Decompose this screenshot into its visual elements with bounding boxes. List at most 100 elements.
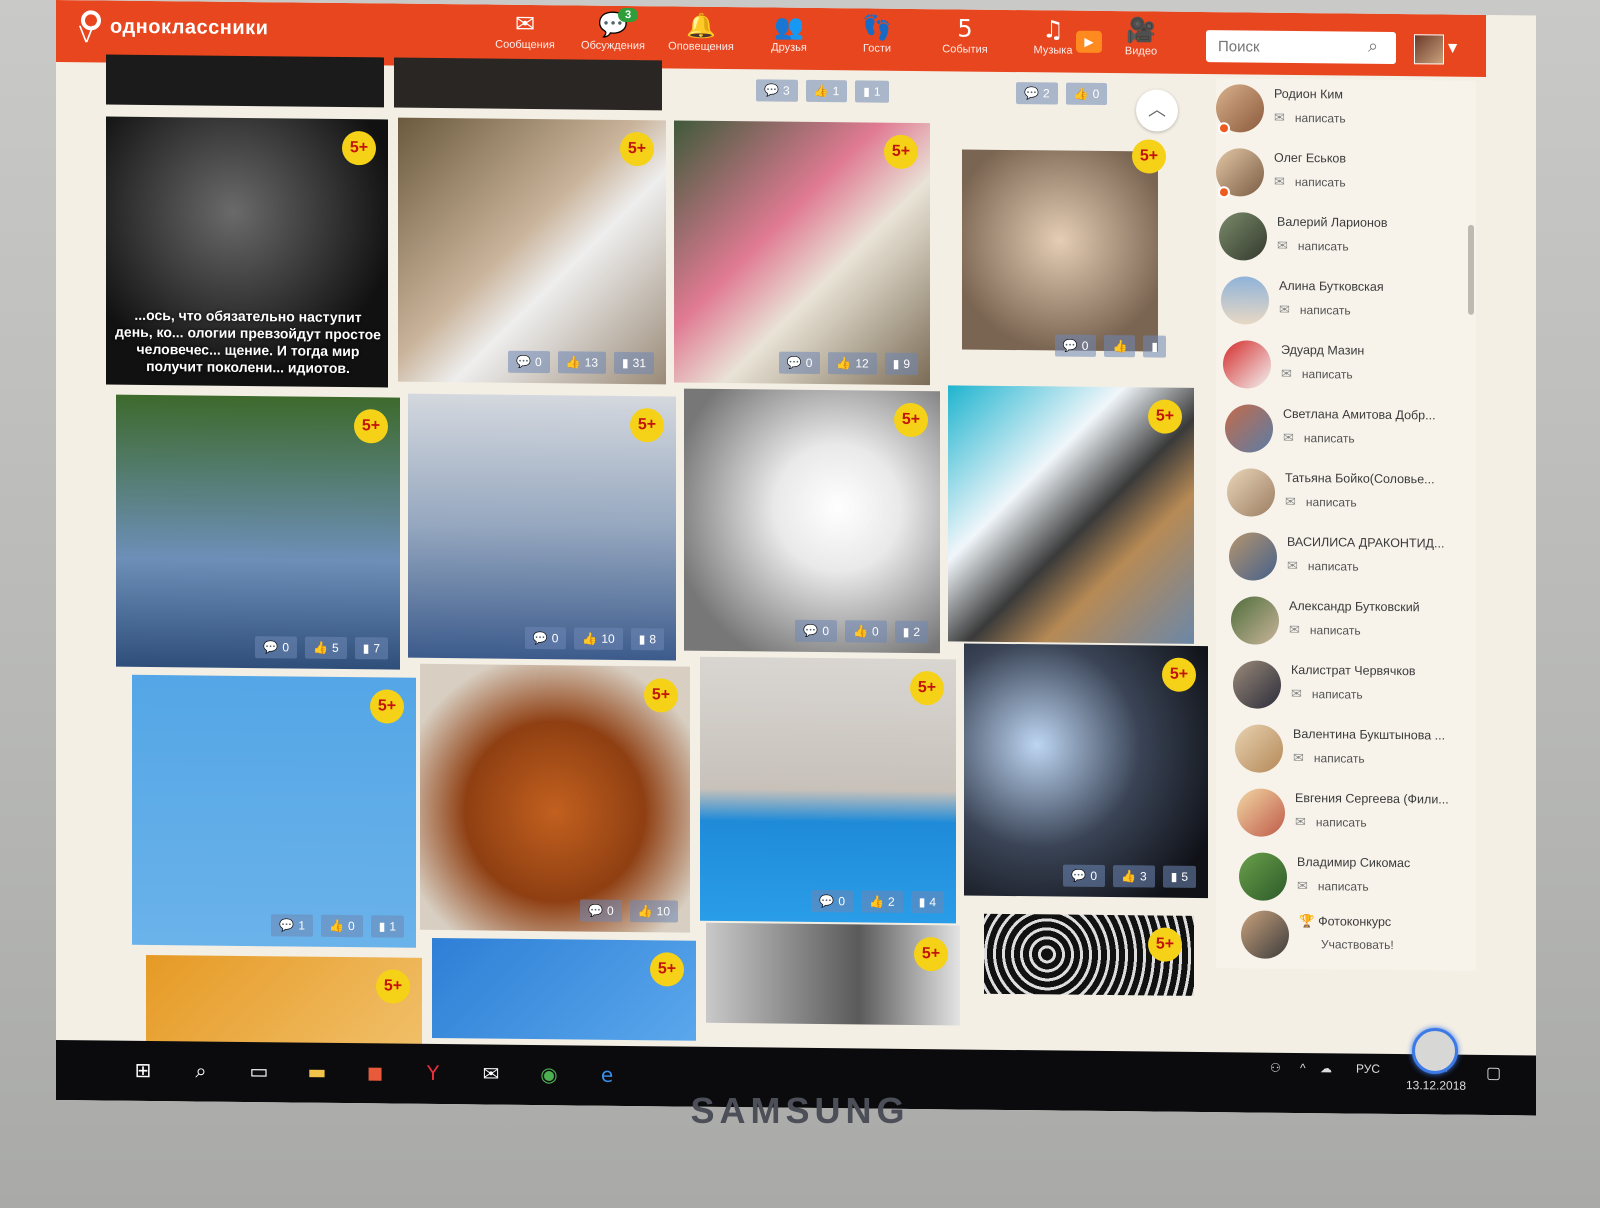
- nav-discussions[interactable]: 💬 3 Обсуждения: [574, 7, 652, 52]
- photo-tile[interactable]: 5+ 💬 1 👍 0 ▮ 1: [132, 674, 416, 948]
- comments-stat[interactable]: 💬 0: [811, 889, 854, 913]
- views-stat[interactable]: ▮: [1143, 335, 1166, 358]
- write-message-link[interactable]: ✉ написать: [1281, 367, 1353, 383]
- friend-item[interactable]: Евгения Сергеева (Фили... ✉ написать: [1237, 782, 1487, 847]
- write-message-link[interactable]: ✉ написать: [1295, 815, 1367, 831]
- file-explorer-icon[interactable]: ▬: [300, 1055, 334, 1089]
- friend-name[interactable]: Евгения Сергеева (Фили...: [1295, 791, 1465, 807]
- people-icon[interactable]: ⚇: [1270, 1061, 1281, 1075]
- sidebar-scrollbar[interactable]: [1468, 224, 1474, 315]
- photo-tile[interactable]: 5+: [432, 937, 696, 1041]
- friend-item[interactable]: Валентина Букштынова ... ✉ написать: [1235, 718, 1485, 783]
- friend-name[interactable]: Эдуард Мазин: [1281, 343, 1451, 359]
- write-message-link[interactable]: ✉ написать: [1277, 239, 1349, 255]
- photo-tile[interactable]: 5+ 💬 0 👍 10: [420, 663, 690, 933]
- photo-tile[interactable]: 5+ ...ось, что обязательно наступит день…: [106, 116, 388, 388]
- likes-stat[interactable]: 👍 13: [557, 351, 607, 374]
- friend-name[interactable]: Александр Бутковский: [1289, 599, 1459, 615]
- views-stat[interactable]: ▮ 5: [1162, 865, 1196, 888]
- views-stat[interactable]: ▮ 1: [855, 80, 889, 103]
- likes-stat[interactable]: 👍 10: [629, 900, 678, 923]
- friend-item[interactable]: Александр Бутковский ✉ написать: [1231, 590, 1481, 655]
- photo-tile[interactable]: [106, 54, 384, 108]
- friend-name[interactable]: Валерий Ларионов: [1277, 215, 1447, 231]
- photo-tile[interactable]: 5+ 💬 0 👍 ▮: [942, 125, 1178, 368]
- likes-stat[interactable]: 👍 1: [805, 79, 848, 103]
- comments-stat[interactable]: 💬 0: [255, 636, 298, 659]
- nav-video[interactable]: 🎥 Видео: [1102, 15, 1180, 58]
- friend-item[interactable]: Светлана Амитова Добр... ✉ написать: [1225, 398, 1475, 463]
- comments-stat[interactable]: 💬 1: [271, 914, 314, 937]
- friend-item[interactable]: Алина Бутковская ✉ написать: [1221, 270, 1471, 335]
- write-message-link[interactable]: ✉ написать: [1287, 559, 1359, 575]
- friend-item[interactable]: Татьяна Бойко(Соловье... ✉ написать: [1227, 462, 1477, 527]
- comments-stat[interactable]: 💬 0: [795, 619, 838, 643]
- friend-item[interactable]: Эдуард Мазин ✉ написать: [1223, 334, 1473, 399]
- edge-icon[interactable]: e: [590, 1058, 624, 1092]
- power-button-icon[interactable]: [1412, 1028, 1458, 1074]
- write-message-link[interactable]: ✉ написать: [1291, 687, 1363, 703]
- nav-notifications[interactable]: 🔔 Оповещения: [662, 10, 740, 54]
- friend-item[interactable]: ВАСИЛИСА ДРАКОНТИД... ✉ написать: [1229, 526, 1479, 591]
- comments-stat[interactable]: 💬 0: [1054, 334, 1097, 357]
- views-stat[interactable]: ▮ 4: [910, 890, 944, 914]
- avatar[interactable]: [1221, 276, 1269, 325]
- nav-guests[interactable]: 👣 Гости: [838, 12, 916, 55]
- friend-name[interactable]: ВАСИЛИСА ДРАКОНТИД...: [1287, 535, 1457, 551]
- friend-item[interactable]: Олег Еськов ✉ написать: [1216, 142, 1466, 207]
- photo-tile[interactable]: [394, 57, 662, 111]
- likes-stat[interactable]: 👍: [1104, 334, 1136, 358]
- avatar[interactable]: [1239, 852, 1287, 901]
- friend-item[interactable]: Валерий Ларионов ✉ написать: [1219, 206, 1469, 271]
- avatar[interactable]: [1231, 596, 1279, 645]
- likes-stat[interactable]: 👍 0: [321, 914, 363, 938]
- avatar[interactable]: [1223, 340, 1271, 389]
- avatar[interactable]: [1237, 788, 1285, 837]
- friend-name[interactable]: Олег Еськов: [1274, 151, 1444, 167]
- comments-stat[interactable]: 💬 3: [756, 79, 798, 102]
- friend-item[interactable]: Родион Ким ✉ написать: [1216, 78, 1466, 143]
- views-stat[interactable]: ▮ 1: [370, 915, 404, 938]
- nav-friends[interactable]: 👥 Друзья: [750, 11, 828, 54]
- friend-item[interactable]: Калистрат Червячков ✉ написать: [1233, 654, 1483, 719]
- contest-name[interactable]: 🏆 Фотоконкурс: [1299, 913, 1469, 931]
- photo-tile[interactable]: 5+ 💬 0 👍 12 ▮ 9: [674, 120, 930, 386]
- photo-tile[interactable]: 5+: [984, 913, 1194, 996]
- avatar[interactable]: [1229, 532, 1277, 581]
- write-message-link[interactable]: ✉ написать: [1285, 495, 1357, 511]
- user-avatar[interactable]: [1414, 34, 1444, 65]
- photo-tile[interactable]: 5+ 💬 0 👍 3 ▮ 5: [964, 643, 1208, 899]
- views-stat[interactable]: ▮ 8: [630, 628, 664, 651]
- notifications-icon[interactable]: ▢: [1486, 1063, 1501, 1083]
- photo-tile[interactable]: 5+ 💬 0 👍 0 ▮ 2: [684, 388, 940, 654]
- friend-name[interactable]: Родион Ким: [1274, 87, 1444, 103]
- likes-stat[interactable]: 👍 12: [828, 352, 877, 375]
- views-stat[interactable]: ▮ 31: [614, 351, 654, 375]
- write-message-link[interactable]: ✉ написать: [1274, 111, 1346, 127]
- participate-link[interactable]: Участвовать!: [1321, 937, 1394, 952]
- photo-tile[interactable]: 5+: [948, 385, 1194, 644]
- photo-tile[interactable]: 5+ 💬 0 👍 2 ▮ 4: [700, 656, 956, 924]
- write-message-link[interactable]: ✉ написать: [1293, 751, 1365, 767]
- site-logo[interactable]: одноклассники: [76, 8, 268, 46]
- likes-stat[interactable]: 👍 0: [845, 620, 887, 643]
- photo-tile[interactable]: 5+: [706, 922, 960, 1026]
- avatar[interactable]: [1227, 468, 1275, 517]
- likes-stat[interactable]: 👍 3: [1113, 865, 1155, 888]
- write-message-link[interactable]: ✉ написать: [1279, 303, 1351, 319]
- friend-item[interactable]: Владимир Сикомас ✉ написать: [1239, 846, 1489, 911]
- yandex-browser-icon[interactable]: Y: [416, 1056, 450, 1090]
- friend-name[interactable]: Татьяна Бойко(Соловье...: [1285, 471, 1455, 487]
- friend-name[interactable]: Светлана Амитова Добр...: [1283, 407, 1453, 423]
- photo-tile[interactable]: 5+ 💬 0 👍 10 ▮ 8: [408, 393, 676, 661]
- likes-stat[interactable]: 👍 2: [861, 890, 903, 913]
- friend-name[interactable]: Алина Бутковская: [1279, 279, 1449, 295]
- cloud-icon[interactable]: ☁: [1320, 1061, 1332, 1075]
- task-view-icon[interactable]: ▭: [242, 1054, 276, 1088]
- friend-name[interactable]: Калистрат Червячков: [1291, 663, 1461, 679]
- store-icon[interactable]: ◼: [358, 1055, 392, 1089]
- photo-tile[interactable]: 5+ 💬 0 👍 13 ▮ 31: [398, 117, 666, 385]
- search-icon[interactable]: ⌕: [1368, 36, 1378, 57]
- likes-stat[interactable]: 👍 10: [574, 627, 623, 650]
- chevron-up-icon[interactable]: ^: [1300, 1061, 1306, 1075]
